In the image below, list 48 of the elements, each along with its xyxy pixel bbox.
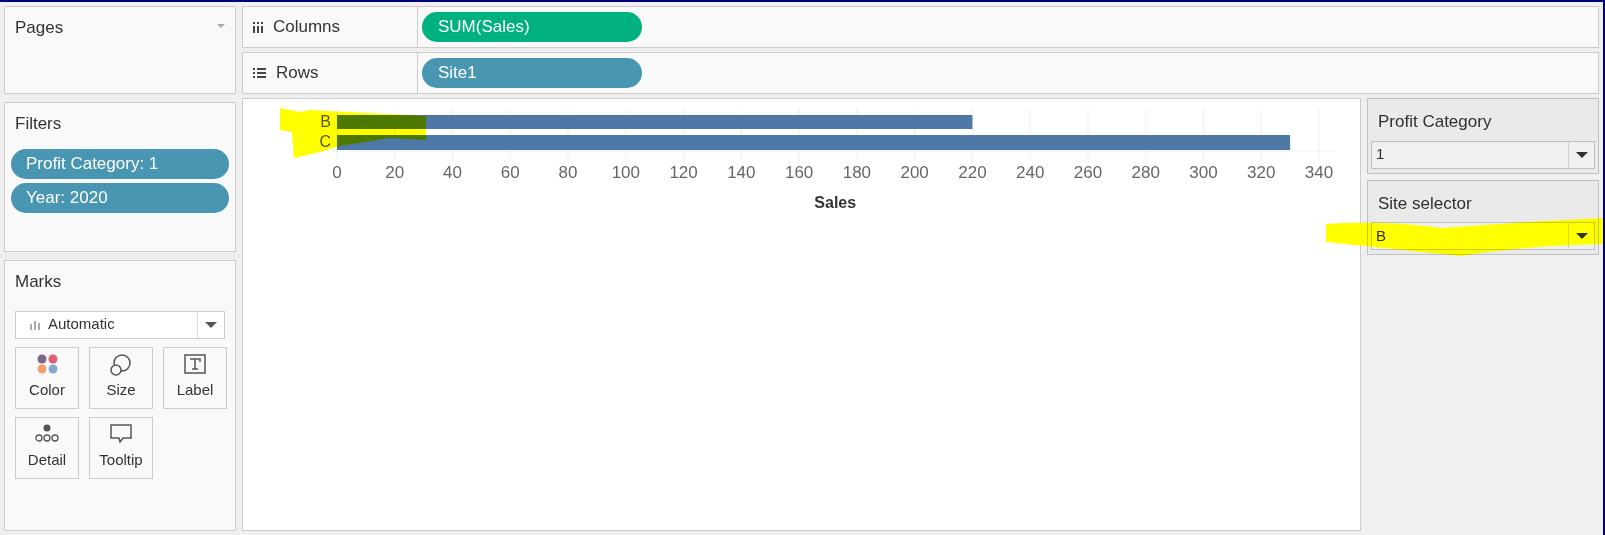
mark-card[interactable]: Detail bbox=[15, 416, 79, 479]
parameter-title: Profit Category bbox=[1378, 111, 1493, 133]
circles-icon bbox=[110, 353, 132, 376]
mark-card[interactable]: Label bbox=[163, 346, 227, 409]
tick-label: 100 bbox=[611, 163, 640, 182]
tick-label: 200 bbox=[900, 163, 929, 182]
caret-icon bbox=[1575, 151, 1588, 158]
speech-bubble-icon bbox=[110, 423, 132, 443]
tick-label: 60 bbox=[500, 163, 520, 182]
tick-label: 280 bbox=[1131, 163, 1160, 182]
tick-label: 240 bbox=[1016, 163, 1045, 182]
shelf-label: Columns bbox=[273, 16, 341, 39]
dropdown-field[interactable]: B bbox=[1371, 222, 1595, 250]
axis-label: B bbox=[320, 113, 331, 130]
axis-label: C bbox=[319, 133, 331, 150]
tick-label: 260 bbox=[1073, 163, 1103, 182]
panel-title: Pages bbox=[15, 17, 64, 39]
color-dots-icon bbox=[36, 353, 58, 374]
tick-label: 120 bbox=[669, 163, 698, 182]
mark-card[interactable]: Tooltip bbox=[89, 416, 153, 479]
tick-label: 320 bbox=[1247, 163, 1276, 182]
columns-icon bbox=[253, 21, 263, 33]
rows-icon bbox=[253, 68, 266, 78]
dropdown-field[interactable]: 1 bbox=[1371, 140, 1595, 169]
shelf-label: Rows bbox=[276, 62, 319, 85]
panel-title: Filters bbox=[14, 113, 63, 135]
axis-title: Sales bbox=[814, 194, 857, 211]
mark-type-dropdown[interactable]: Automatic bbox=[15, 310, 225, 339]
mark-card[interactable]: Size bbox=[89, 346, 153, 409]
caret-icon bbox=[205, 321, 217, 328]
parameter-title: Site selector bbox=[1378, 192, 1473, 215]
tick-label: 40 bbox=[443, 163, 462, 182]
tick-label: 220 bbox=[958, 163, 987, 182]
tick-label: 0 bbox=[332, 163, 342, 182]
tick-label: 140 bbox=[727, 163, 756, 182]
tick-label: 340 bbox=[1304, 163, 1334, 182]
caret-icon bbox=[1575, 233, 1588, 239]
text-label-icon bbox=[184, 353, 206, 374]
panel-title: Marks bbox=[15, 271, 63, 293]
dots-icon bbox=[35, 423, 59, 442]
tick-label: 180 bbox=[842, 163, 872, 182]
tick-label: 80 bbox=[558, 163, 578, 182]
mark-card[interactable]: Color bbox=[15, 346, 79, 409]
tick-label: 20 bbox=[385, 163, 405, 182]
tick-label: 300 bbox=[1189, 163, 1218, 182]
caret-icon bbox=[217, 24, 225, 28]
tick-label: 160 bbox=[784, 163, 814, 182]
bar-chart-icon bbox=[30, 319, 40, 330]
